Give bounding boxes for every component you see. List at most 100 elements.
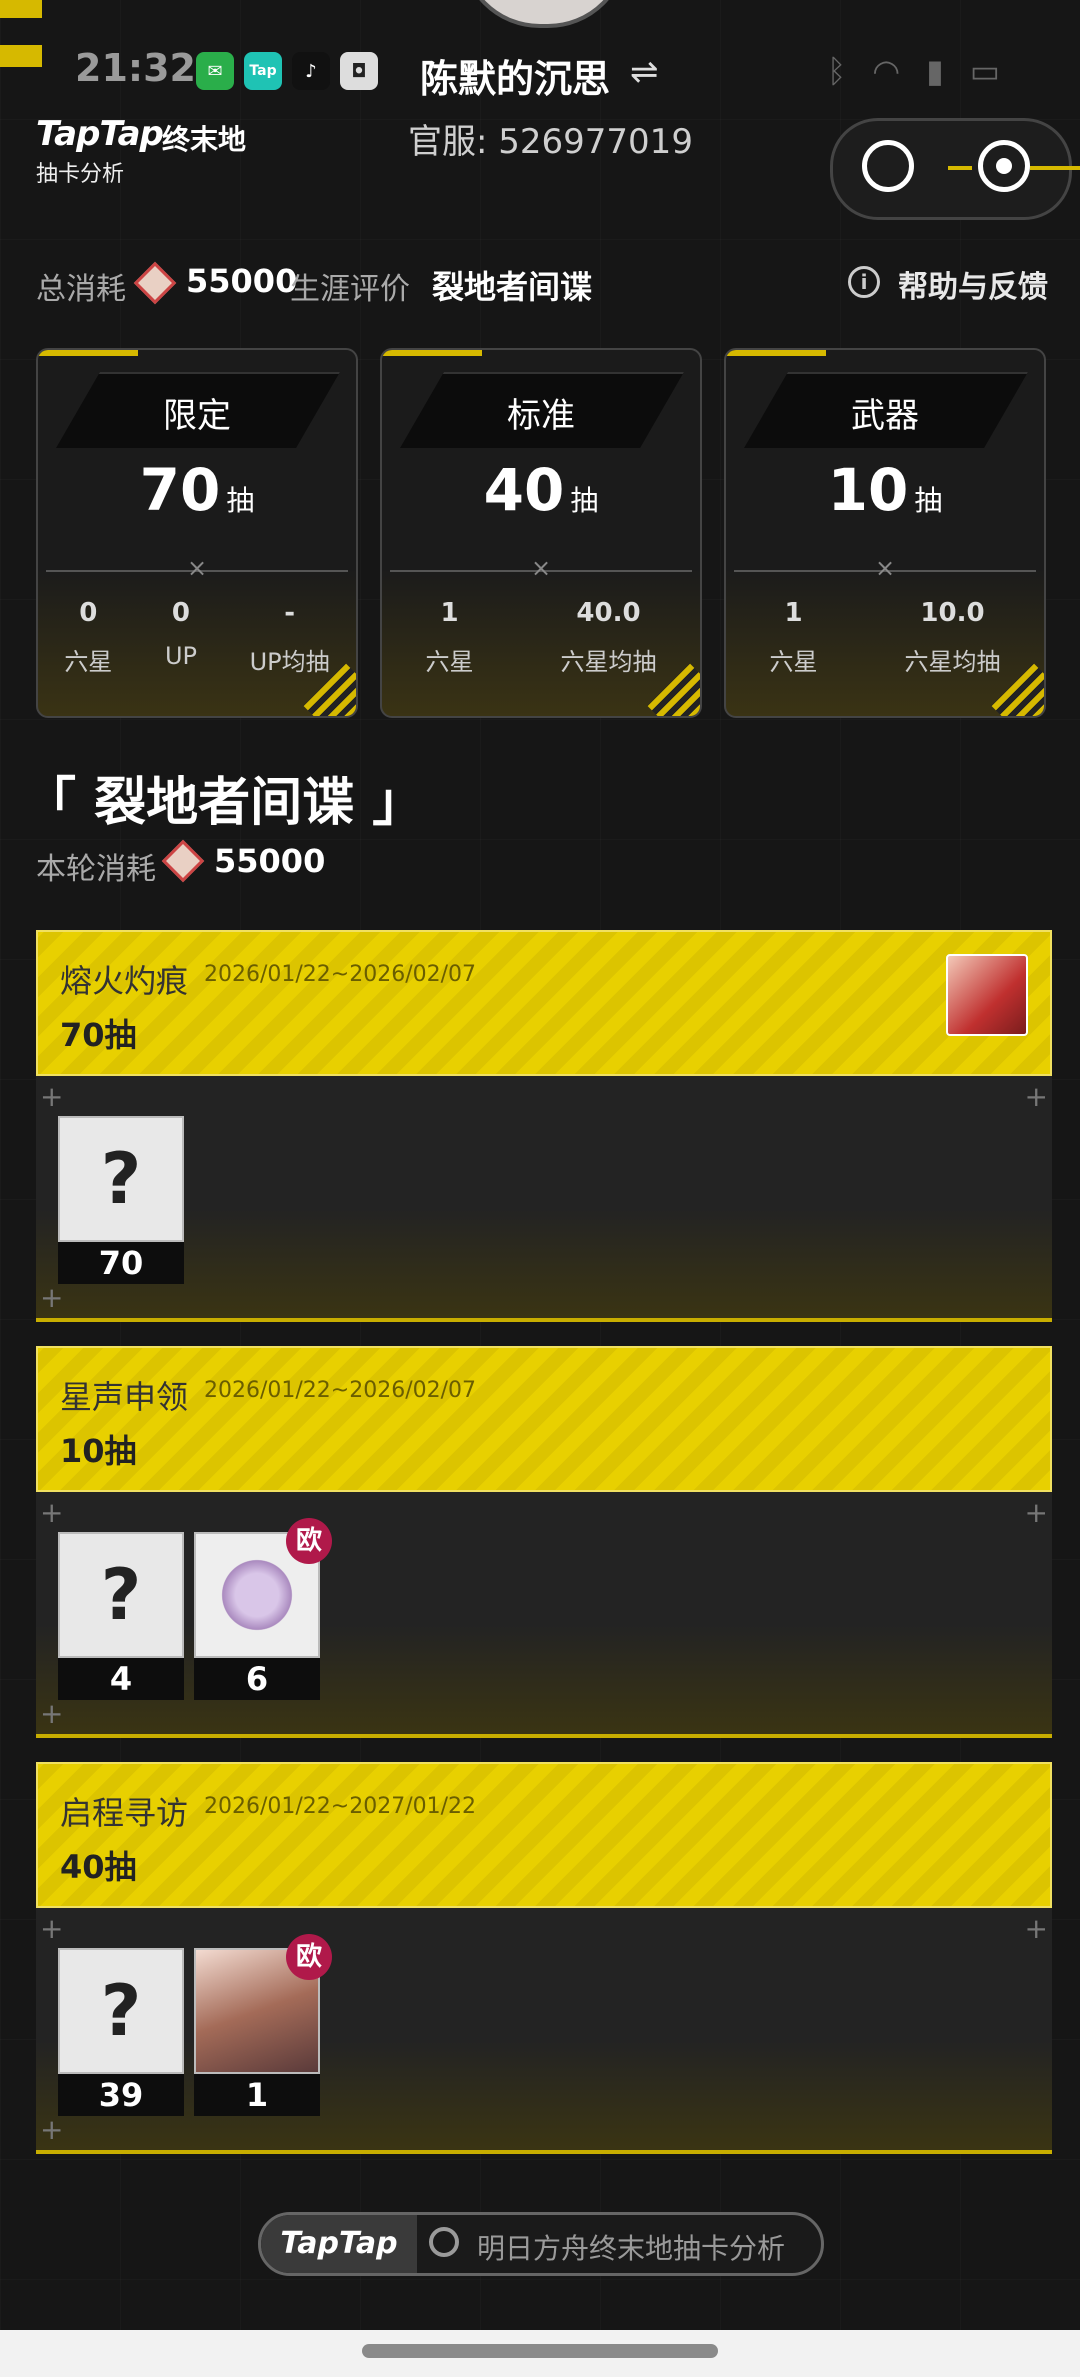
banner-items: + + + ? 39 1 欧 bbox=[36, 1908, 1052, 2154]
plus-icon: + bbox=[40, 1912, 64, 1945]
plus-icon: + bbox=[40, 1496, 64, 1529]
card-count: 10 抽 bbox=[726, 456, 1044, 524]
server-id: 官服: 526977019 bbox=[408, 122, 693, 162]
wifi-icon: ◠ bbox=[872, 52, 901, 90]
close-icon: × bbox=[874, 554, 896, 582]
card-count: 40 抽 bbox=[382, 456, 700, 524]
pull-item[interactable]: ? 70 bbox=[58, 1116, 184, 1284]
home-indicator[interactable] bbox=[362, 2344, 718, 2358]
search-text: 明日方舟终末地抽卡分析 bbox=[477, 2232, 786, 2265]
divider bbox=[1030, 166, 1080, 170]
stat-value: 1 bbox=[784, 598, 803, 628]
taptap-logo: TapTap bbox=[261, 2215, 417, 2273]
pull-count: 6 bbox=[194, 1658, 320, 1700]
plus-icon: + bbox=[1024, 1080, 1048, 1113]
status-icons: ᛒ ◠ ▮ ▭ bbox=[827, 52, 1000, 90]
card-count: 70 抽 bbox=[38, 456, 356, 524]
stat-card-weapon[interactable]: 武器 10 抽 × 1 六星 10.0 六星均抽 bbox=[724, 348, 1046, 718]
taptap-search-bar[interactable]: TapTap 明日方舟终末地抽卡分析 bbox=[258, 2212, 824, 2276]
swap-account-icon[interactable]: ⇌ bbox=[630, 52, 659, 92]
banner-header[interactable]: 启程寻访 2026/01/22~2027/01/22 40抽 bbox=[36, 1762, 1052, 1908]
pull-count: 70 bbox=[58, 1242, 184, 1284]
stat-item: 1 六星 bbox=[426, 598, 474, 677]
card-title: 限定 bbox=[163, 396, 231, 436]
stat-item: 40.0 六星均抽 bbox=[561, 598, 657, 677]
banner-count: 70抽 bbox=[60, 1016, 137, 1054]
bluetooth-icon: ᛒ bbox=[827, 52, 847, 90]
banner-items: + + + ? 4 6 欧 bbox=[36, 1492, 1052, 1738]
total-cost-value: 55000 bbox=[186, 262, 298, 300]
banner-date: 2026/01/22~2027/01/22 bbox=[204, 1794, 477, 1819]
stat-value: 40.0 bbox=[576, 598, 641, 628]
banner-name: 启程寻访 bbox=[60, 1794, 189, 1832]
pull-item[interactable]: 1 欧 bbox=[194, 1934, 332, 2116]
app-icon: ◘ bbox=[340, 52, 378, 90]
close-icon: × bbox=[186, 554, 208, 582]
corner-decoration bbox=[0, 0, 42, 18]
stat-card-limited[interactable]: 限定 70 抽 × 0 六星 0 UP - UP均抽 bbox=[36, 348, 358, 718]
banner-date: 2026/01/22~2026/02/07 bbox=[204, 1378, 477, 1403]
stat-value: 1 bbox=[440, 598, 459, 628]
pull-item[interactable]: ? 39 bbox=[58, 1948, 184, 2116]
pull-count: 4 bbox=[58, 1658, 184, 1700]
pull-count: 39 bbox=[58, 2074, 184, 2116]
unknown-item-icon: ? bbox=[58, 1532, 184, 1658]
banner-items: + + + ? 70 bbox=[36, 1076, 1052, 1322]
stat-label: 六星 bbox=[769, 648, 818, 676]
pool-title: 「 裂地者间谍 」 bbox=[24, 773, 425, 833]
banner-header[interactable]: 熔火灼痕 2026/01/22~2026/02/07 70抽 bbox=[36, 930, 1052, 1076]
pull-item[interactable]: 6 欧 bbox=[194, 1518, 332, 1700]
lucky-badge: 欧 bbox=[286, 1518, 332, 1564]
career-label: 生涯评价 bbox=[290, 272, 410, 307]
game-logo: 终末地 bbox=[162, 123, 247, 156]
total-cost-label: 总消耗 bbox=[36, 272, 126, 307]
stat-value: 0 bbox=[79, 598, 98, 628]
share-icon[interactable] bbox=[862, 140, 914, 192]
card-count-value: 10 bbox=[827, 456, 909, 524]
help-feedback-link[interactable]: 帮助与反馈 bbox=[898, 262, 1048, 306]
card-count-unit: 抽 bbox=[914, 484, 943, 517]
status-time: 21:32 bbox=[75, 46, 196, 90]
stat-label: 六星 bbox=[425, 648, 474, 676]
pool-cost-label: 本轮消耗 bbox=[36, 852, 156, 887]
card-stats: 1 六星 40.0 六星均抽 bbox=[382, 598, 700, 677]
currency-icon bbox=[161, 839, 205, 883]
taptap-logo: TapTap bbox=[36, 114, 164, 154]
signal-icon: ▮ bbox=[926, 52, 944, 90]
banner-header[interactable]: 星声申领 2026/01/22~2026/02/07 10抽 bbox=[36, 1346, 1052, 1492]
close-icon: × bbox=[530, 554, 552, 582]
wechat-icon: ✉ bbox=[196, 52, 234, 90]
card-count-unit: 抽 bbox=[226, 484, 255, 517]
card-stats: 1 六星 10.0 六星均抽 bbox=[726, 598, 1044, 677]
unknown-item-icon: ? bbox=[58, 1948, 184, 2074]
stat-value: 10.0 bbox=[920, 598, 985, 628]
unknown-item-icon: ? bbox=[58, 1116, 184, 1242]
divider bbox=[948, 166, 972, 170]
info-icon[interactable]: i bbox=[848, 266, 880, 298]
stat-value: - bbox=[284, 598, 296, 628]
banner-count: 10抽 bbox=[60, 1432, 137, 1470]
pull-item[interactable]: ? 4 bbox=[58, 1532, 184, 1700]
stat-label: UP均抽 bbox=[249, 648, 330, 676]
banner-count: 40抽 bbox=[60, 1848, 137, 1886]
target-icon[interactable] bbox=[978, 140, 1030, 192]
stat-label: 六星均抽 bbox=[904, 648, 1001, 676]
banner-date: 2026/01/22~2026/02/07 bbox=[204, 962, 477, 987]
lucky-badge: 欧 bbox=[286, 1934, 332, 1980]
plus-icon: + bbox=[1024, 1496, 1048, 1529]
plus-icon: + bbox=[40, 2113, 64, 2146]
banner-name: 星声申领 bbox=[60, 1378, 189, 1416]
banner-name: 熔火灼痕 bbox=[60, 962, 189, 1000]
tiktok-icon: ♪ bbox=[292, 52, 330, 90]
player-name[interactable]: 陈默的沉思 bbox=[420, 48, 610, 103]
card-title: 标准 bbox=[507, 396, 575, 436]
stat-label: UP bbox=[164, 642, 197, 670]
currency-icon bbox=[133, 261, 177, 305]
stat-card-standard[interactable]: 标准 40 抽 × 1 六星 40.0 六星均抽 bbox=[380, 348, 702, 718]
taptap-icon: Tap bbox=[244, 52, 282, 90]
pull-count: 1 bbox=[194, 2074, 320, 2116]
card-count-value: 70 bbox=[139, 456, 221, 524]
card-count-unit: 抽 bbox=[570, 484, 599, 517]
plus-icon: + bbox=[40, 1281, 64, 1314]
player-avatar[interactable] bbox=[460, 0, 628, 28]
